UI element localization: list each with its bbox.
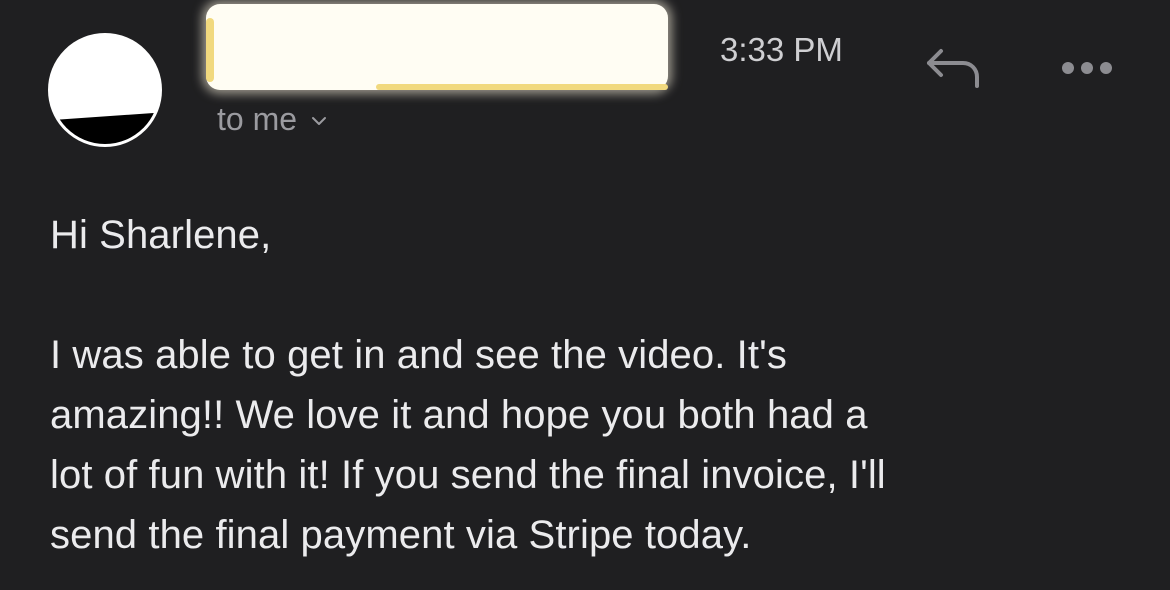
sender-name-redacted bbox=[206, 4, 668, 90]
avatar-image-shadow bbox=[51, 111, 159, 144]
more-icon[interactable] bbox=[1060, 58, 1114, 78]
avatar[interactable] bbox=[48, 33, 162, 147]
recipient-label: to me bbox=[217, 101, 298, 137]
timestamp: 3:33 PM bbox=[720, 31, 843, 68]
message-line: send the final payment via Stripe today. bbox=[50, 513, 752, 557]
message-line: I was able to get in and see the video. … bbox=[50, 333, 787, 377]
message-body: Hi Sharlene, I was able to get in and se… bbox=[50, 205, 1150, 565]
reply-icon[interactable] bbox=[925, 44, 985, 90]
message-line: lot of fun with it! If you send the fina… bbox=[50, 453, 886, 497]
recipient-toggle[interactable]: to me bbox=[217, 101, 327, 138]
message-paragraph: I was able to get in and see the video. … bbox=[50, 325, 1150, 565]
greeting: Hi Sharlene, bbox=[50, 213, 272, 257]
message-line: amazing!! We love it and hope you both h… bbox=[50, 393, 868, 437]
chevron-down-icon bbox=[312, 116, 327, 125]
